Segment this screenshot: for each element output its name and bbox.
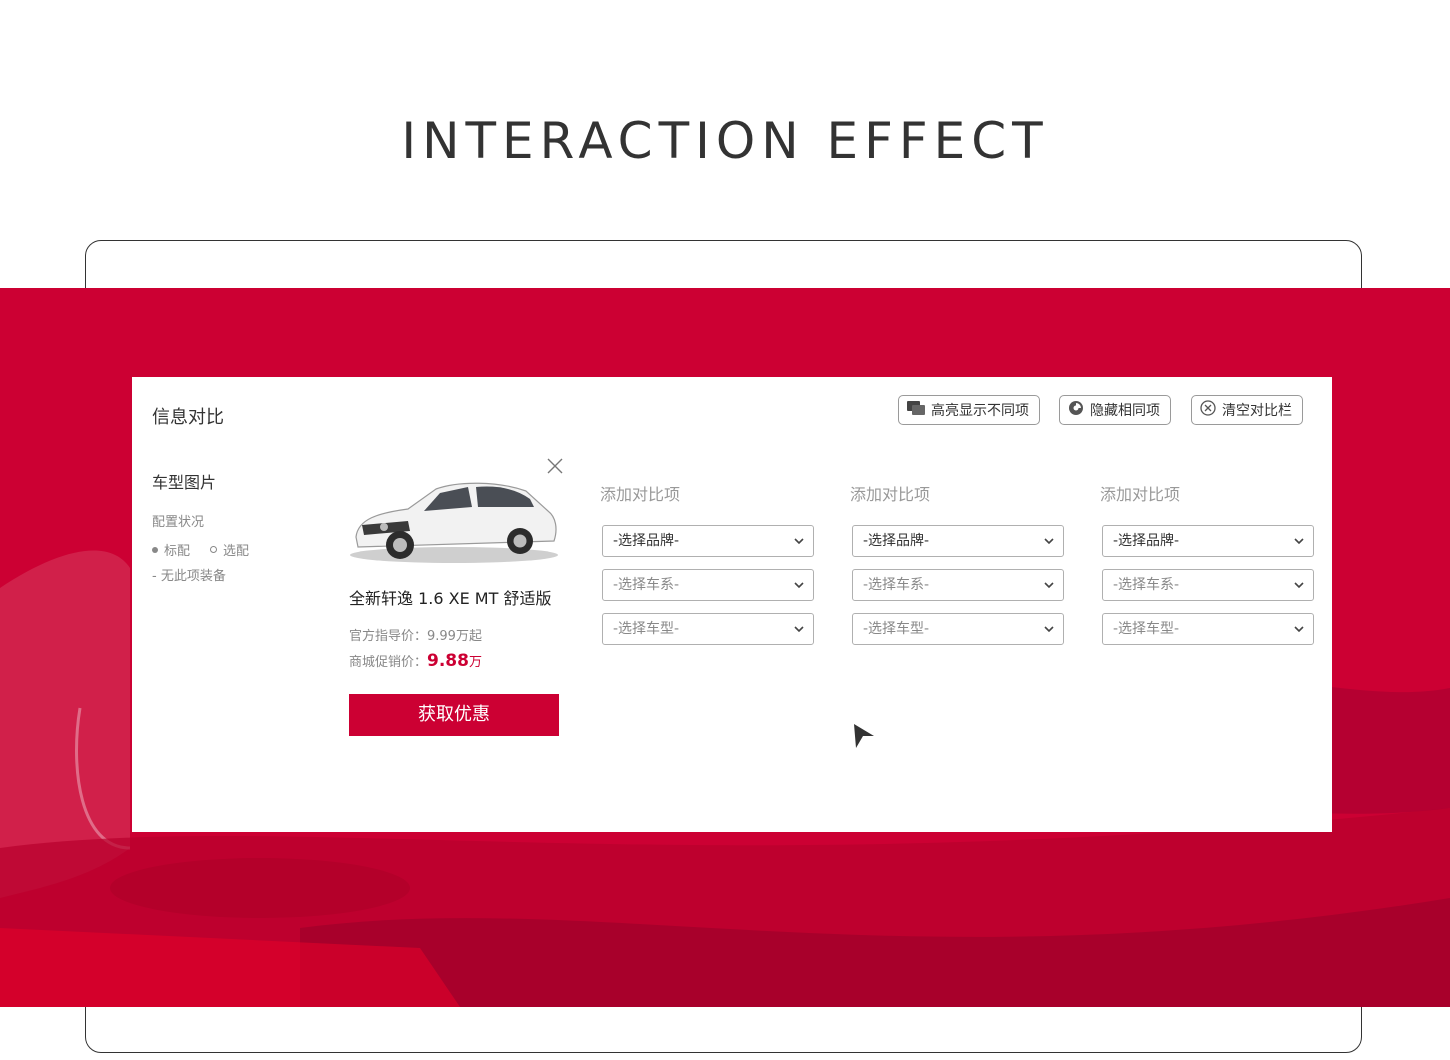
mouse-cursor-icon [854, 724, 874, 748]
chevron-down-icon [794, 582, 804, 589]
hide-same-label: 隐藏相同项 [1090, 403, 1160, 419]
highlight-diff-button[interactable]: 高亮显示不同项 [898, 395, 1040, 425]
highlight-icon [907, 401, 925, 419]
compare-column-3: 添加对比项 -选择品牌- -选择车系- -选择车型- [1100, 481, 1314, 645]
standard-dot-icon [152, 546, 158, 553]
row-labels: 车型图片 配置状况 标配 选配 - 无此项装备 [152, 469, 249, 584]
promo-price: 商城促销价：9.88万 [349, 651, 482, 671]
car-name: 全新轩逸 1.6 XE MT 舒适版 [349, 589, 552, 608]
series-select[interactable]: -选择车系- [602, 569, 814, 601]
add-compare-title: 添加对比项 [600, 485, 681, 504]
panel-title: 信息对比 [152, 407, 224, 428]
brand-select-value: -选择品牌- [863, 533, 930, 549]
clear-icon [1200, 400, 1216, 420]
add-compare-title: 添加对比项 [1100, 485, 1181, 504]
brand-select-value: -选择品牌- [1113, 533, 1180, 549]
chevron-down-icon [1294, 626, 1304, 633]
chevron-down-icon [794, 626, 804, 633]
model-select-value: -选择车型- [863, 621, 930, 637]
optional-dot-icon [210, 546, 218, 553]
legend-standard: 标配 [164, 544, 191, 559]
add-compare-title: 添加对比项 [850, 485, 931, 504]
chevron-down-icon [1294, 582, 1304, 589]
brand-select[interactable]: -选择品牌- [602, 525, 814, 557]
brand-select-value: -选择品牌- [613, 533, 680, 549]
chevron-down-icon [1044, 626, 1054, 633]
highlight-diff-label: 高亮显示不同项 [931, 403, 1029, 419]
brand-select[interactable]: -选择品牌- [1102, 525, 1314, 557]
model-select[interactable]: -选择车型- [602, 613, 814, 645]
chevron-down-icon [1294, 538, 1304, 545]
model-select[interactable]: -选择车型- [852, 613, 1064, 645]
get-offer-button[interactable]: 获取优惠 [349, 694, 559, 736]
promo-price-label: 商城促销价： [349, 655, 428, 670]
legend-optional: 选配 [223, 544, 250, 559]
series-select-value: -选择车系- [613, 577, 680, 593]
promo-price-value: 9.88 [427, 651, 469, 671]
model-select[interactable]: -选择车型- [1102, 613, 1314, 645]
series-select[interactable]: -选择车系- [852, 569, 1064, 601]
legend: 标配 选配 [152, 540, 249, 559]
compare-panel: 信息对比 高亮显示不同项 隐藏相同项 清空对比栏 车型图片 配置状况 标配 选配… [132, 377, 1332, 832]
page-heading: INTERACTION EFFECT [401, 112, 1049, 170]
compare-column-1: 添加对比项 -选择品牌- -选择车系- -选择车型- [600, 481, 814, 645]
brand-select[interactable]: -选择品牌- [852, 525, 1064, 557]
series-select[interactable]: -选择车系- [1102, 569, 1314, 601]
guide-price: 官方指导价：9.99万起 [349, 629, 482, 644]
model-select-value: -选择车型- [1113, 621, 1180, 637]
car-image [348, 467, 560, 567]
hide-same-button[interactable]: 隐藏相同项 [1059, 395, 1171, 425]
clear-compare-label: 清空对比栏 [1222, 403, 1292, 419]
legend-none: - 无此项装备 [152, 569, 226, 584]
chevron-down-icon [794, 538, 804, 545]
compare-column-2: 添加对比项 -选择品牌- -选择车系- -选择车型- [850, 481, 1064, 645]
hide-icon [1068, 400, 1084, 420]
clear-compare-button[interactable]: 清空对比栏 [1191, 395, 1303, 425]
row-label-car-image: 车型图片 [152, 473, 217, 492]
series-select-value: -选择车系- [1113, 577, 1180, 593]
model-select-value: -选择车型- [613, 621, 680, 637]
chevron-down-icon [1044, 582, 1054, 589]
chevron-down-icon [1044, 538, 1054, 545]
series-select-value: -选择车系- [863, 577, 930, 593]
promo-price-unit: 万 [468, 655, 482, 670]
config-status-label: 配置状况 [152, 515, 205, 530]
